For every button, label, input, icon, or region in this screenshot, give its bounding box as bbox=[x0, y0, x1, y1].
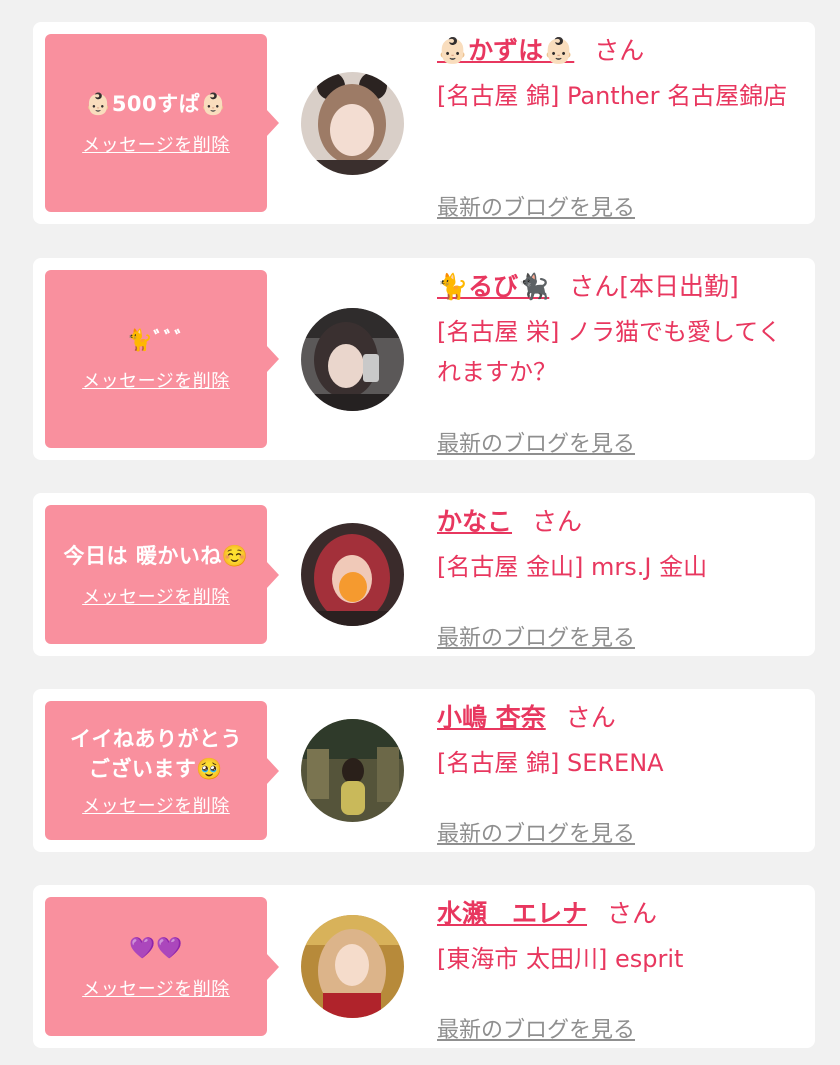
cast-name-link[interactable]: 小嶋 杏奈 bbox=[437, 703, 546, 732]
avatar[interactable] bbox=[301, 915, 404, 1018]
name-line: 水瀬 エレナ さん bbox=[437, 897, 799, 931]
cast-card: 今日は 暖かいね☺️ メッセージを削除 かなこ さん [名古屋 金山] mrs.J… bbox=[33, 493, 815, 656]
cast-info: 👶🏻かずは👶🏻 さん [名古屋 錦] Panther 名古屋錦店 最新のブログを見… bbox=[437, 34, 799, 221]
latest-blog-link[interactable]: 最新のブログを見る bbox=[437, 620, 635, 652]
avatar[interactable] bbox=[301, 523, 404, 626]
cast-name-link[interactable]: かなこ bbox=[437, 507, 512, 536]
latest-blog-link[interactable]: 最新のブログを見る bbox=[437, 1012, 635, 1044]
avatar[interactable] bbox=[301, 719, 404, 822]
delete-message-link[interactable]: メッセージを削除 bbox=[82, 975, 230, 1001]
cast-card: 👶🏻500すぱ👶🏻 メッセージを削除 👶🏻かずは👶🏻 さん [名古屋 錦] Pan… bbox=[33, 22, 815, 224]
message-bubble: イイねありがとうございます🥹 メッセージを削除 bbox=[45, 701, 279, 840]
message-text: イイねありがとうございます🥹 bbox=[70, 726, 242, 781]
cast-info: 小嶋 杏奈 さん [名古屋 錦] SERENA 最新のブログを見る bbox=[437, 701, 799, 847]
shop-info: [名古屋 錦] SERENA bbox=[437, 749, 664, 777]
honorific: さん bbox=[565, 703, 616, 732]
cast-name-link[interactable]: 水瀬 エレナ bbox=[437, 899, 587, 928]
cast-info: 水瀬 エレナ さん [東海市 太田川] esprit 最新のブログを見る bbox=[437, 897, 799, 1043]
latest-blog-link[interactable]: 最新のブログを見る bbox=[437, 816, 635, 848]
name-line: 🐈るび🐈‍⬛ さん[本日出勤] bbox=[437, 270, 799, 304]
message-bubble: 今日は 暖かいね☺️ メッセージを削除 bbox=[45, 505, 279, 644]
name-line: 小嶋 杏奈 さん bbox=[437, 701, 799, 735]
shop-info: [東海市 太田川] esprit bbox=[437, 945, 684, 973]
message-text: 今日は 暖かいね☺️ bbox=[63, 543, 249, 568]
honorific: さん bbox=[607, 899, 658, 928]
cast-info: かなこ さん [名古屋 金山] mrs.J 金山 最新のブログを見る bbox=[437, 505, 799, 651]
favorite-cast-list: 👶🏻500すぱ👶🏻 メッセージを削除 👶🏻かずは👶🏻 さん [名古屋 錦] Pan… bbox=[0, 0, 840, 1065]
shop-info: [名古屋 栄] ノラ猫でも愛してくれますか？ bbox=[437, 318, 782, 386]
message-bubble: 💜💜 メッセージを削除 bbox=[45, 897, 279, 1036]
message-text: 💜💜 bbox=[129, 935, 183, 960]
latest-blog-link[interactable]: 最新のブログを見る bbox=[437, 190, 635, 222]
cast-card: 🐈ﾞﾞﾞ メッセージを削除 🐈るび🐈‍⬛ さん[本日出勤] [名古屋 栄] ノラ猫… bbox=[33, 258, 815, 460]
avatar[interactable] bbox=[301, 72, 404, 175]
cast-name-link[interactable]: 👶🏻かずは👶🏻 bbox=[437, 36, 574, 65]
name-line: かなこ さん bbox=[437, 505, 799, 539]
delete-message-link[interactable]: メッセージを削除 bbox=[82, 131, 230, 157]
message-text: 🐈ﾞﾞﾞ bbox=[126, 328, 186, 352]
honorific: さん bbox=[594, 36, 645, 65]
cast-card: 💜💜 メッセージを削除 水瀬 エレナ さん [東海市 太田川] esprit 最新… bbox=[33, 885, 815, 1048]
latest-blog-link[interactable]: 最新のブログを見る bbox=[437, 426, 635, 458]
delete-message-link[interactable]: メッセージを削除 bbox=[82, 367, 230, 393]
delete-message-link[interactable]: メッセージを削除 bbox=[82, 583, 230, 609]
name-line: 👶🏻かずは👶🏻 さん bbox=[437, 34, 799, 68]
cast-card: イイねありがとうございます🥹 メッセージを削除 小嶋 杏奈 さん [名古屋 錦] … bbox=[33, 689, 815, 852]
honorific: さん bbox=[532, 507, 583, 536]
delete-message-link[interactable]: メッセージを削除 bbox=[82, 792, 230, 818]
honorific: さん[本日出勤] bbox=[569, 272, 739, 301]
cast-name-link[interactable]: 🐈るび🐈‍⬛ bbox=[437, 272, 549, 301]
shop-info: [名古屋 錦] Panther 名古屋錦店 bbox=[437, 82, 788, 110]
shop-info: [名古屋 金山] mrs.J 金山 bbox=[437, 553, 708, 581]
message-text: 👶🏻500すぱ👶🏻 bbox=[85, 92, 227, 116]
message-bubble: 👶🏻500すぱ👶🏻 メッセージを削除 bbox=[45, 34, 279, 212]
cast-info: 🐈るび🐈‍⬛ さん[本日出勤] [名古屋 栄] ノラ猫でも愛してくれますか？ 最新… bbox=[437, 270, 799, 457]
message-bubble: 🐈ﾞﾞﾞ メッセージを削除 bbox=[45, 270, 279, 448]
avatar[interactable] bbox=[301, 308, 404, 411]
